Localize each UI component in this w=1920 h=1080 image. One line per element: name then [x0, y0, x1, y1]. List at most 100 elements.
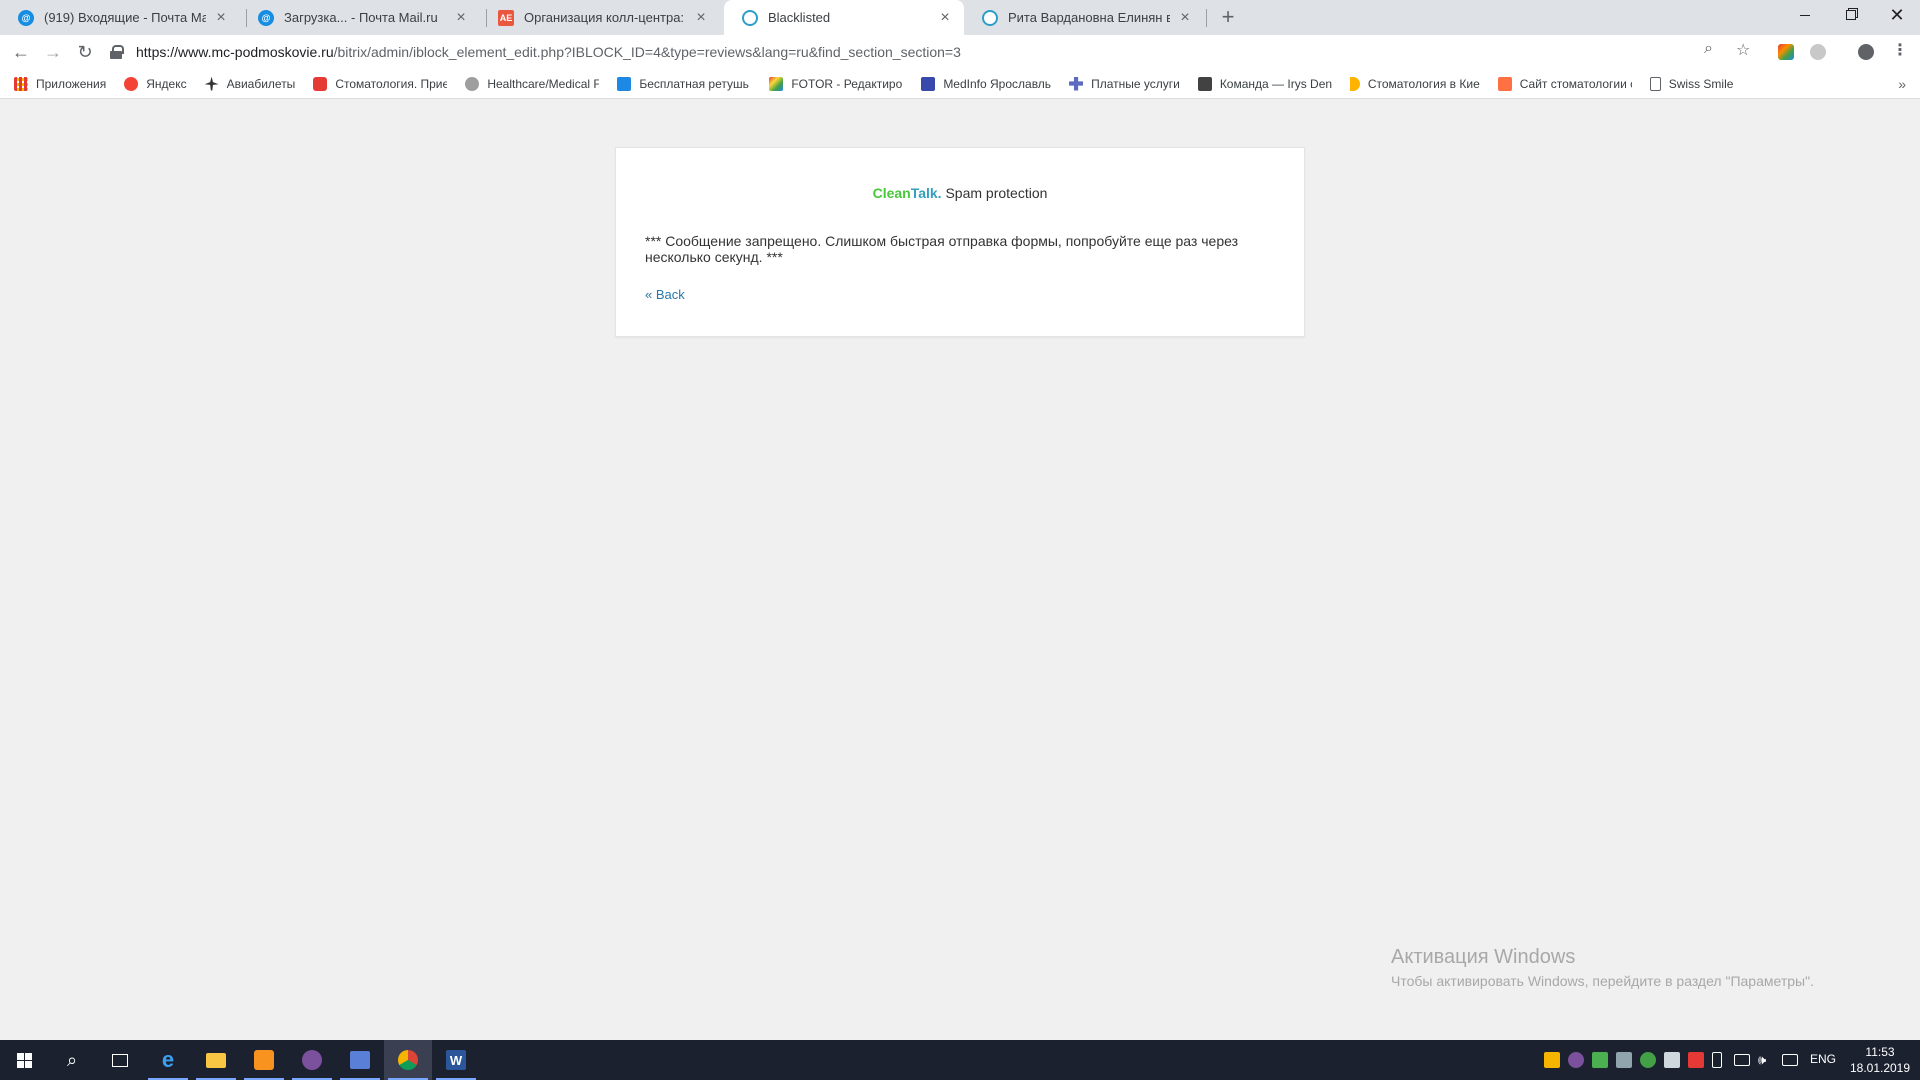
taskbar-explorer[interactable]: [192, 1040, 240, 1080]
bookmark-aviatickets[interactable]: Авиабилеты: [204, 76, 295, 91]
back-link[interactable]: « Back: [645, 287, 685, 302]
internet-explorer-icon: e: [161, 1047, 175, 1072]
tray-app-icon[interactable]: [1592, 1052, 1608, 1068]
viber-icon: [302, 1050, 322, 1070]
tab-separator: [1206, 9, 1207, 27]
airplane-icon: [204, 76, 219, 91]
app-icon: [350, 1051, 370, 1069]
tray-app-icon[interactable]: [1664, 1052, 1680, 1068]
lock-icon: [110, 45, 124, 59]
bookmark-star-icon[interactable]: ☆: [1736, 40, 1750, 60]
ok-icon: [254, 1050, 274, 1070]
tray-viber-icon[interactable]: [1568, 1052, 1584, 1068]
windows-taskbar: ⌕ e W 🕪 ENG 11:53 18.01.2019: [0, 1040, 1920, 1080]
extension-icon[interactable]: [1810, 44, 1826, 60]
youtube-icon: [313, 76, 328, 91]
tray-acrobat-icon[interactable]: [1688, 1052, 1704, 1068]
close-icon[interactable]: ×: [936, 9, 954, 27]
chevron-more-icon[interactable]: »: [1898, 76, 1906, 92]
close-icon[interactable]: ×: [692, 9, 710, 27]
bookmark-dental-site[interactable]: Сайт стоматологии с: [1497, 76, 1632, 91]
bookmark-irys-dent[interactable]: Команда — Irys Dent: [1197, 76, 1332, 91]
tooth-icon: [982, 9, 998, 26]
menu-kebab-icon[interactable]: ⋮: [1892, 40, 1908, 60]
new-tab-button[interactable]: +: [1214, 4, 1242, 32]
restore-button[interactable]: [1828, 0, 1874, 30]
notifications-icon[interactable]: [1782, 1054, 1798, 1066]
bookmark-youtube-dentistry[interactable]: Стоматология. Прие: [313, 76, 447, 91]
reload-icon: ↻: [77, 42, 93, 62]
tab-mail-loading[interactable]: @ Загрузка... - Почта Mail.ru ×: [240, 0, 480, 35]
apps-grid-icon: [14, 76, 28, 91]
close-icon[interactable]: ×: [452, 9, 470, 27]
bookmark-medinfo[interactable]: MedInfo Ярославль: [921, 76, 1051, 91]
block-message: *** Сообщение запрещено. Слишком быстрая…: [645, 233, 1239, 265]
bookmark-apps[interactable]: Приложения: [14, 76, 106, 91]
photo-icon: [617, 76, 632, 91]
system-clock[interactable]: 11:53 18.01.2019: [1848, 1044, 1912, 1076]
extension-icon[interactable]: [1778, 44, 1794, 60]
tooth-icon: [742, 9, 758, 26]
url-text: https://www.mc-podmoskovie.ru/bitrix/adm…: [136, 44, 961, 60]
minimize-button[interactable]: [1782, 0, 1828, 30]
bookmark-healthcare[interactable]: Healthcare/Medical F: [465, 76, 599, 91]
bookmark-fotor[interactable]: FOTOR - Редактиров: [769, 76, 903, 91]
minimize-icon: [1800, 14, 1810, 16]
page-icon: [1649, 76, 1661, 91]
address-bar[interactable]: https://www.mc-podmoskovie.ru/bitrix/adm…: [110, 38, 1770, 66]
bookmark-retouch[interactable]: Бесплатная ретушь ф: [617, 76, 751, 91]
volume-icon[interactable]: 🕪: [1758, 1052, 1774, 1068]
tab-call-center[interactable]: AE Организация колл-центра: как с ×: [480, 0, 720, 35]
mailru-at-icon: @: [18, 9, 34, 26]
taskbar-odnoklassniki[interactable]: [240, 1040, 288, 1080]
site-logo-icon: [1497, 76, 1512, 91]
taskbar-viber[interactable]: [288, 1040, 336, 1080]
profile-avatar-icon[interactable]: [1858, 44, 1874, 60]
windows-logo-icon: [16, 1052, 32, 1068]
taskbar-app[interactable]: [336, 1040, 384, 1080]
network-icon[interactable]: [1734, 1054, 1750, 1066]
search-button[interactable]: ⌕: [48, 1040, 96, 1080]
bookmark-yandex[interactable]: Яндекс: [124, 76, 187, 91]
close-window-button[interactable]: ✕: [1874, 0, 1920, 30]
medinfo-icon: [921, 76, 936, 91]
close-icon: ✕: [1889, 4, 1905, 25]
plus-icon: [1069, 76, 1084, 91]
tray-app-icon[interactable]: [1616, 1052, 1632, 1068]
ae-logo-icon: AE: [498, 9, 514, 26]
back-button[interactable]: ←: [8, 39, 34, 65]
start-button[interactable]: [0, 1040, 48, 1080]
taskbar-word[interactable]: W: [432, 1040, 480, 1080]
tab-mail-inbox[interactable]: @ (919) Входящие - Почта Mail.Ru ×: [0, 0, 240, 35]
cleantalk-brand: CleanTalk. Spam protection: [872, 185, 1048, 201]
tab-strip: @ (919) Входящие - Почта Mail.Ru × @ Заг…: [0, 0, 1920, 35]
zoom-icon[interactable]: ⌕: [1704, 40, 1713, 58]
forward-button[interactable]: →: [40, 39, 66, 65]
task-view-button[interactable]: [96, 1040, 144, 1080]
tray-sync-icon[interactable]: [1640, 1052, 1656, 1068]
bookmark-swiss-smile[interactable]: Swiss Smile: [1649, 76, 1733, 91]
tab-blacklisted[interactable]: Blacklisted ×: [724, 0, 964, 35]
windows-activation-watermark: Активация Windows Чтобы активировать Win…: [1391, 946, 1814, 989]
tray-app-icon[interactable]: [1544, 1052, 1560, 1068]
battery-icon[interactable]: [1712, 1052, 1722, 1068]
bookmark-dentistry-kiev[interactable]: Стоматология в Кие: [1349, 76, 1480, 91]
browser-toolbar: ← → ↻ https://www.mc-podmoskovie.ru/bitr…: [0, 35, 1920, 69]
yandex-icon: [124, 76, 139, 91]
cleantalk-block-card: CleanTalk. Spam protection *** Сообщение…: [615, 147, 1305, 337]
input-language[interactable]: ENG: [1810, 1052, 1836, 1066]
taskbar-ie[interactable]: e: [144, 1040, 192, 1080]
d-logo-icon: [1349, 76, 1360, 91]
cube-icon: [1197, 76, 1212, 91]
close-icon[interactable]: ×: [1176, 9, 1194, 27]
word-icon: W: [446, 1050, 466, 1070]
tab-rita-elinyan[interactable]: Рита Вардановна Елинян в стом ×: [964, 0, 1204, 35]
bookmark-paid-services[interactable]: Платные услуги: [1069, 76, 1180, 91]
close-icon[interactable]: ×: [212, 9, 230, 27]
restore-icon: [1846, 10, 1856, 20]
reload-button[interactable]: ↻: [72, 39, 98, 65]
arrow-left-icon: ←: [12, 42, 30, 62]
taskbar-chrome[interactable]: [384, 1040, 432, 1080]
bookmarks-bar: Приложения Яндекс Авиабилеты Стоматологи…: [0, 69, 1920, 99]
folder-icon: [206, 1052, 226, 1068]
